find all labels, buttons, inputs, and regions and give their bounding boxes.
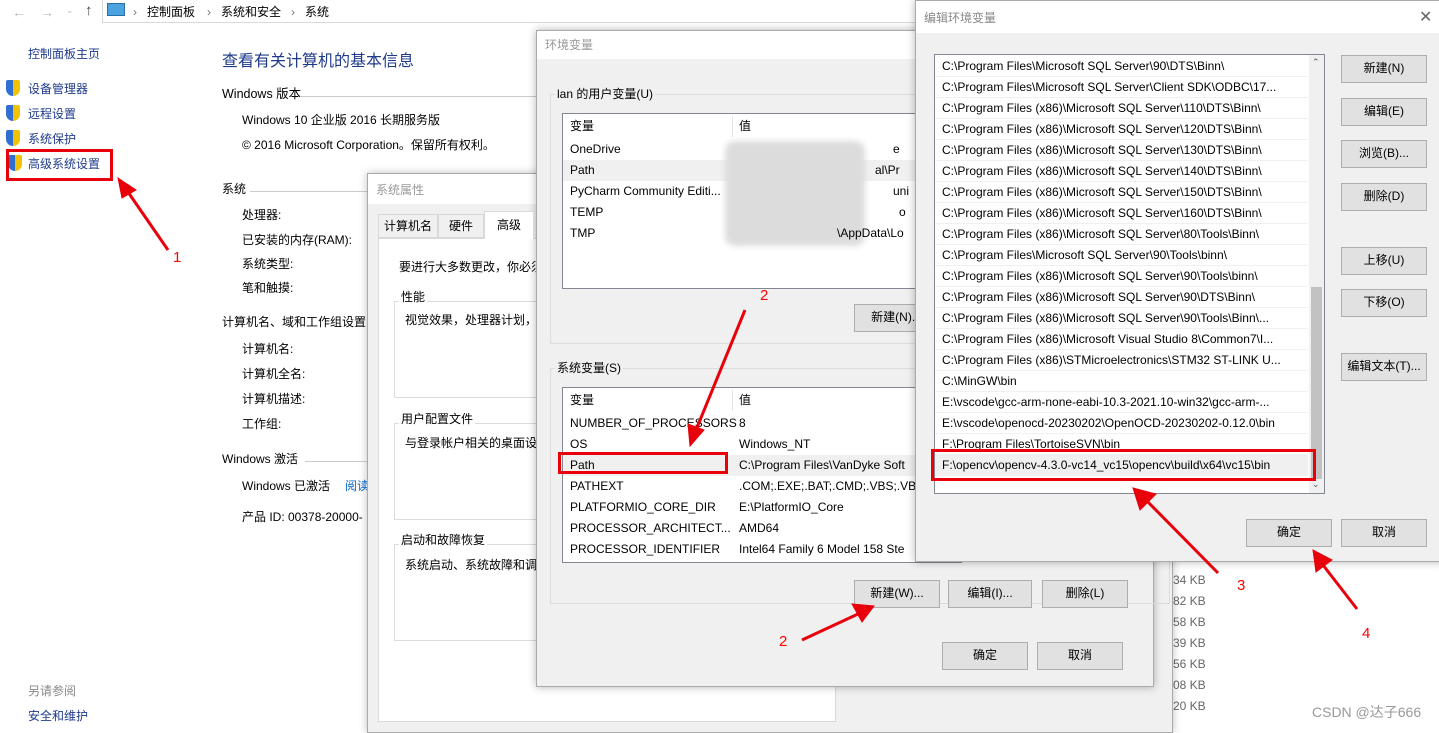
annotation-number: 3 xyxy=(1237,577,1246,594)
annotation-number: 2 xyxy=(779,633,788,650)
var-value: o xyxy=(899,205,906,219)
arrow-head xyxy=(687,423,705,448)
arrow-3 xyxy=(1144,498,1220,575)
var-value: al\Pr xyxy=(875,163,900,177)
annotation-number: 1 xyxy=(173,249,182,266)
annotation-number: 4 xyxy=(1362,625,1371,642)
var-value: \AppData\Lo xyxy=(837,226,904,240)
arrow-2a xyxy=(694,309,747,431)
arrow-head xyxy=(1312,549,1333,573)
var-value: uni xyxy=(893,184,910,198)
var-value: e xyxy=(893,142,900,156)
arrow-4 xyxy=(1321,564,1359,610)
arrow-head xyxy=(851,603,875,623)
arrow-head xyxy=(117,176,137,199)
tab-advanced[interactable]: 高级 xyxy=(484,211,534,239)
arrow-1 xyxy=(126,191,170,251)
watermark: CSDN @达子666 xyxy=(1312,704,1422,720)
annotation-number: 2 xyxy=(760,287,769,304)
arrow-2b xyxy=(801,612,859,642)
annotation-arrows xyxy=(117,176,1359,642)
